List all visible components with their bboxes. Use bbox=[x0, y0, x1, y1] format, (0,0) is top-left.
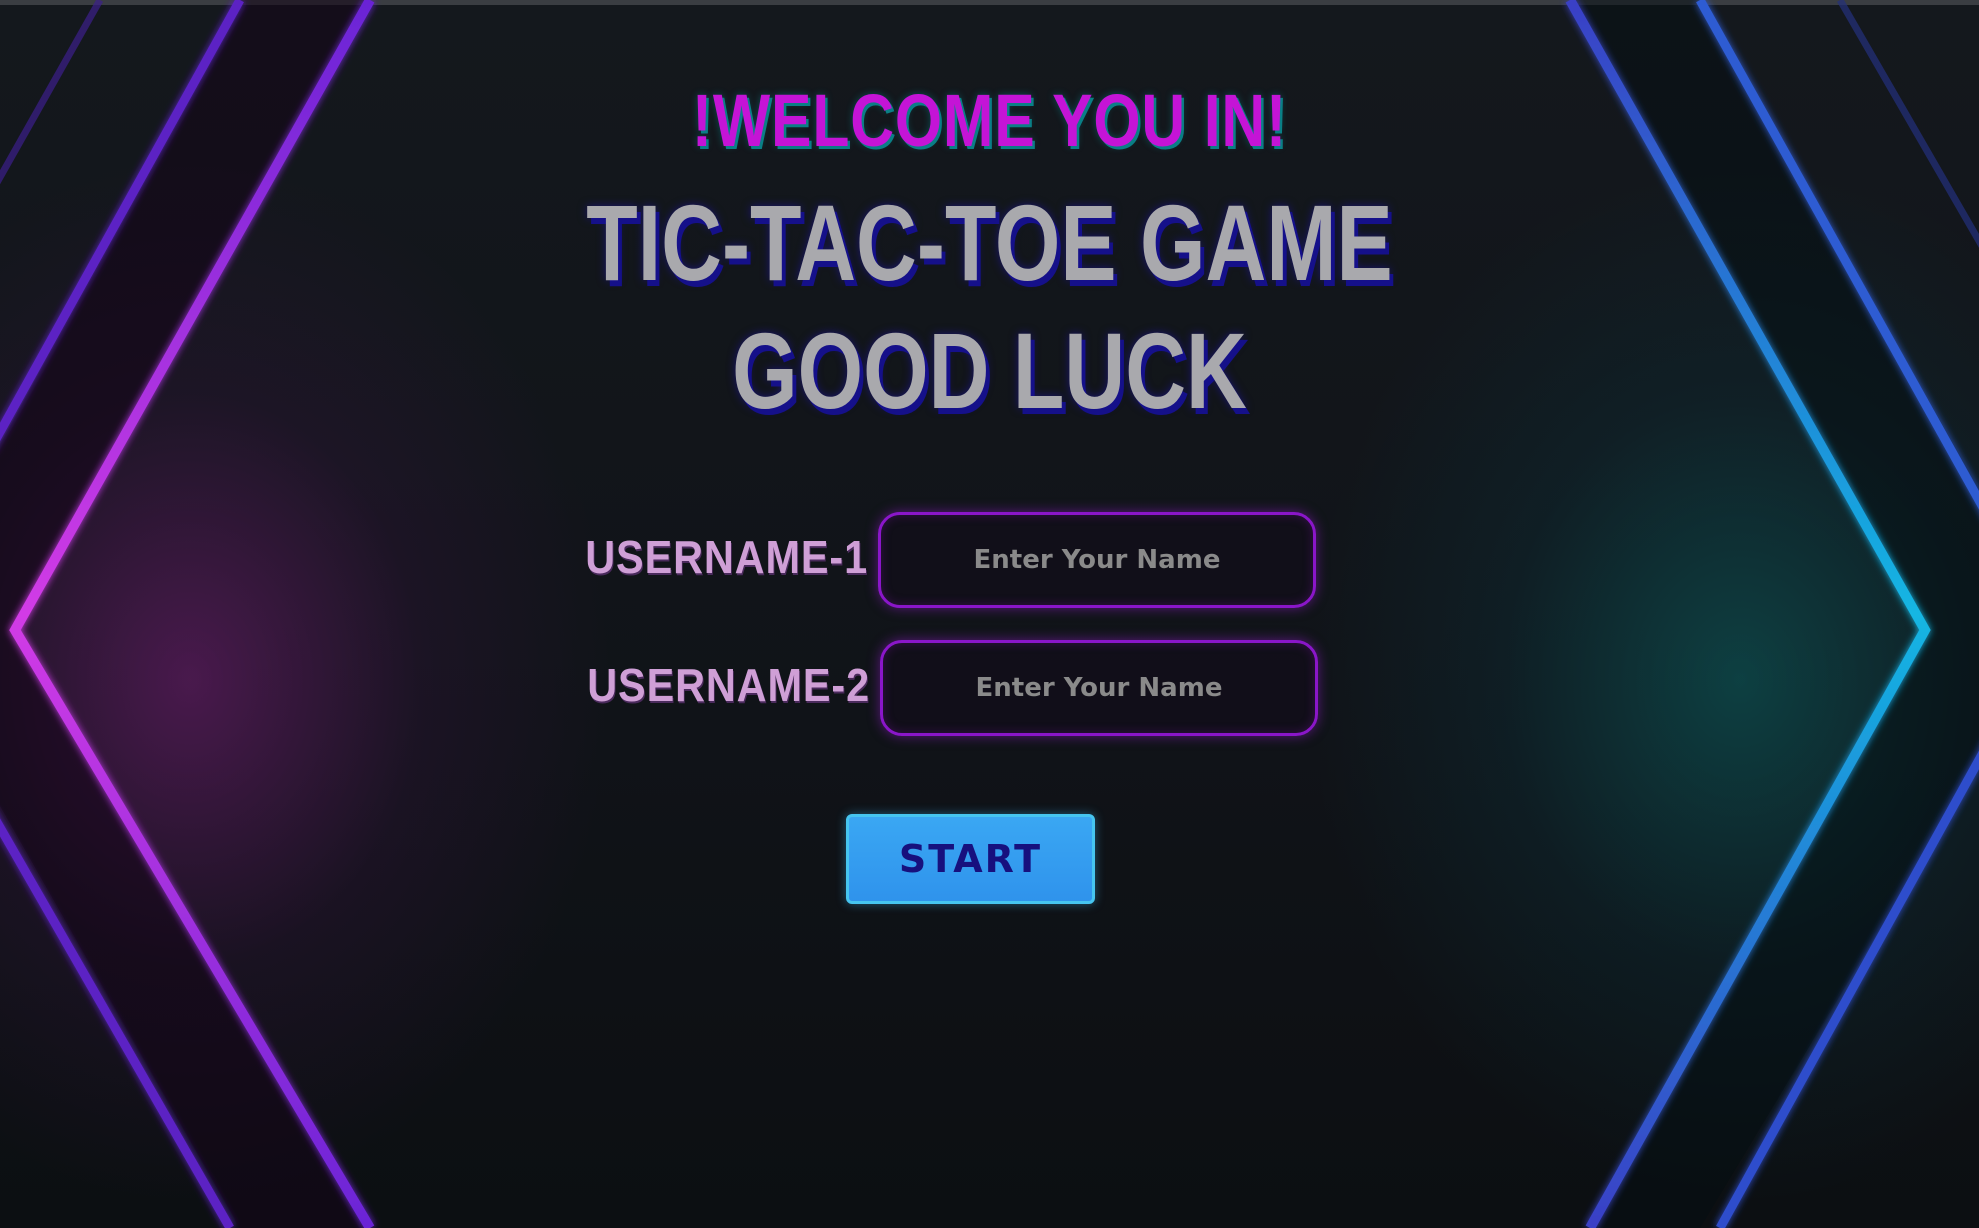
window-top-border bbox=[0, 0, 1979, 5]
game-start-screen: !WELCOME YOU IN! TIC-TAC-TOE GAME GOOD L… bbox=[0, 0, 1979, 1228]
right-line-2 bbox=[1716, 750, 1979, 1228]
username-1-input[interactable] bbox=[878, 512, 1316, 608]
game-title: TIC-TAC-TOE GAME bbox=[586, 182, 1393, 303]
start-button[interactable]: START bbox=[846, 814, 1095, 904]
welcome-heading: !WELCOME YOU IN! bbox=[691, 79, 1288, 162]
left-line-1 bbox=[0, 0, 244, 442]
username-1-label: USERNAME-1 bbox=[585, 531, 868, 583]
left-outer-line bbox=[0, 0, 104, 185]
right-outer-line bbox=[1836, 0, 1979, 248]
username-2-input[interactable] bbox=[880, 640, 1318, 736]
username-2-label: USERNAME-2 bbox=[587, 659, 870, 711]
good-luck-heading: GOOD LUCK bbox=[732, 310, 1247, 431]
left-line-2 bbox=[0, 818, 234, 1228]
